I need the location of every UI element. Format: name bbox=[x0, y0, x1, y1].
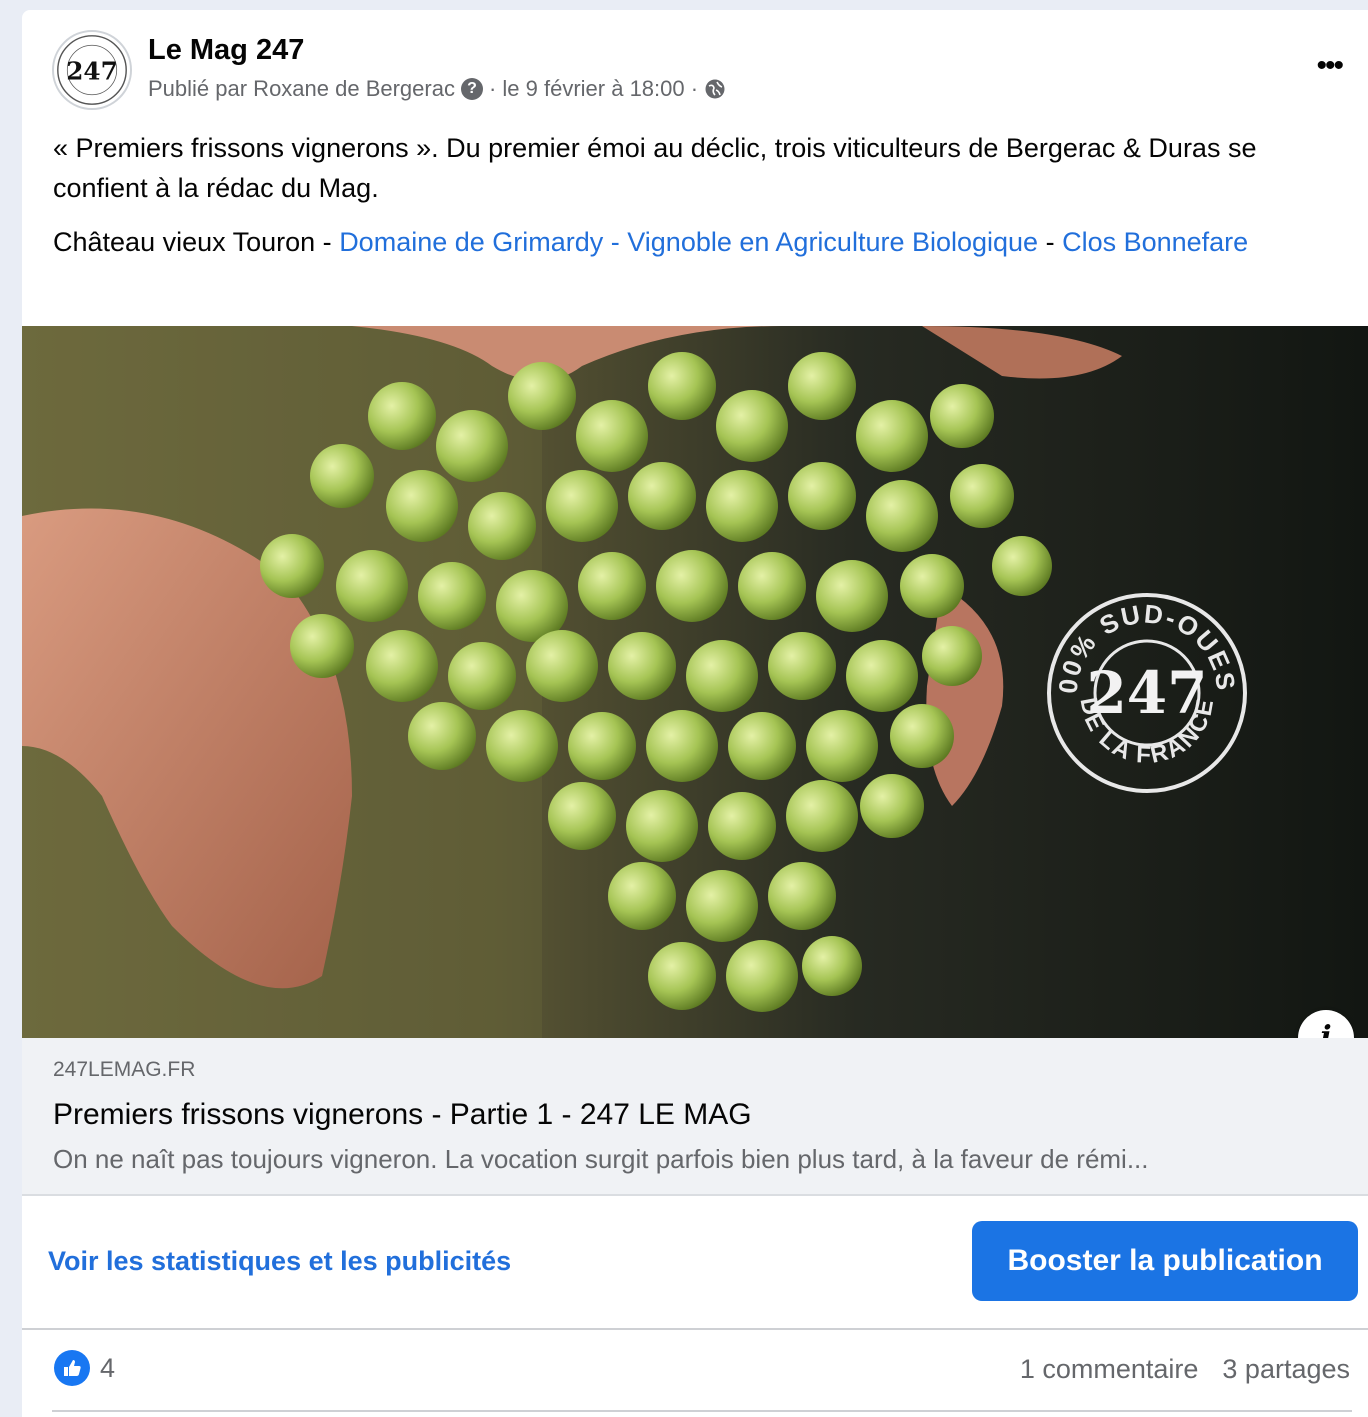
more-options-icon[interactable]: ••• bbox=[1316, 51, 1343, 81]
view-stats-link[interactable]: Voir les statistiques et les publicités bbox=[48, 1246, 511, 1277]
tag-separator: - bbox=[1038, 227, 1063, 257]
link-title[interactable]: Premiers frissons vignerons - Partie 1 -… bbox=[53, 1098, 752, 1132]
published-by[interactable]: Publié par Roxane de Bergerac bbox=[148, 76, 455, 102]
post-text-line: « Premiers frissons vignerons ». Du prem… bbox=[53, 133, 1257, 203]
link-description: On ne naît pas toujours vigneron. La voc… bbox=[53, 1144, 1149, 1174]
engagement-counts: 1 commentaire 3 partages bbox=[1020, 1354, 1350, 1385]
post-card: 247 Le Mag 247 Publié par Roxane de Berg… bbox=[22, 10, 1368, 1417]
like-icon bbox=[54, 1350, 90, 1386]
reactions-summary[interactable]: 4 bbox=[54, 1350, 115, 1386]
reaction-count: 4 bbox=[100, 1352, 116, 1383]
page-avatar[interactable]: 247 bbox=[52, 30, 132, 110]
post-meta: Publié par Roxane de Bergerac ? · le 9 f… bbox=[148, 76, 726, 102]
boost-post-button[interactable]: Booster la publication bbox=[972, 1221, 1358, 1301]
tag-plain: Château vieux Touron - bbox=[53, 227, 340, 257]
divider bbox=[22, 1328, 1368, 1330]
post-tags: Château vieux Touron - Domaine de Grimar… bbox=[53, 222, 1353, 262]
svg-text:247: 247 bbox=[1086, 659, 1207, 727]
post-date[interactable]: · le 9 février à 18:00 · bbox=[489, 76, 698, 102]
page-logo-icon: 247 bbox=[57, 35, 127, 105]
link-domain: 247LEMAG.FR bbox=[53, 1058, 196, 1081]
comments-count[interactable]: 1 commentaire bbox=[1020, 1354, 1199, 1385]
tag-link-bonnefare[interactable]: Clos Bonnefare bbox=[1062, 227, 1248, 257]
post-body: « Premiers frissons vignerons ». Du prem… bbox=[53, 128, 1353, 276]
shares-count[interactable]: 3 partages bbox=[1222, 1354, 1350, 1385]
tag-link-grimardy[interactable]: Domaine de Grimardy - Vignoble en Agricu… bbox=[339, 227, 1038, 257]
help-icon[interactable]: ? bbox=[460, 78, 483, 100]
page-name[interactable]: Le Mag 247 bbox=[148, 34, 304, 67]
svg-text:247: 247 bbox=[66, 57, 118, 86]
divider bbox=[52, 1410, 1352, 1412]
brand-stamp-logo: 100% SUD-OUEST DE LA FRANCE 247 bbox=[1042, 588, 1247, 793]
link-preview[interactable]: 247LEMAG.FR Premiers frissons vignerons … bbox=[22, 1038, 1368, 1196]
post-image[interactable]: 100% SUD-OUEST DE LA FRANCE 247 bbox=[22, 326, 1368, 1038]
globe-icon bbox=[705, 79, 725, 99]
